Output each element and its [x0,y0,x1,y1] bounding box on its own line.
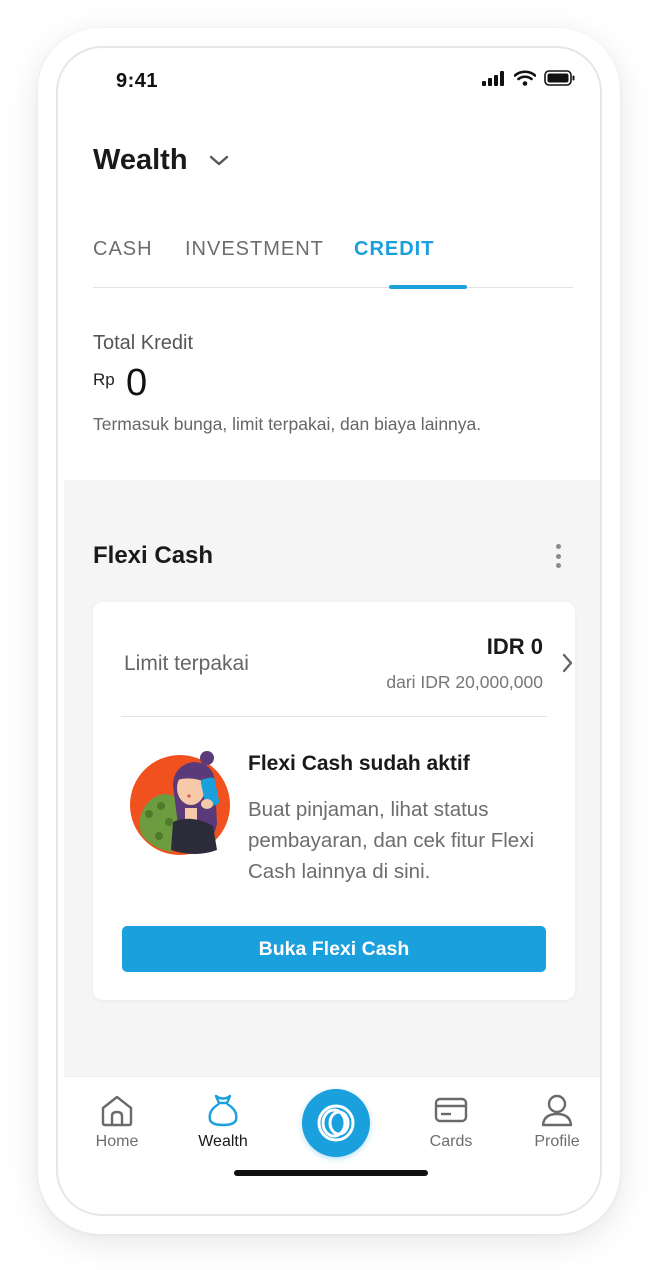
more-options-icon[interactable] [552,542,564,570]
tab-investment[interactable]: INVESTMENT [185,238,324,288]
kebab-dot [555,553,561,559]
open-flexi-cash-button[interactable]: Buka Flexi Cash [122,926,546,972]
limit-row[interactable]: Limit terpakai IDR 0 dari IDR 20,000,000 [93,602,575,716]
screen: 9:41 Wealth CASH INVESTMENT CREDIT Total… [58,48,600,1214]
home-indicator[interactable] [234,1170,428,1176]
promo-description: Buat pinjaman, lihat status pembayaran, … [248,798,534,883]
total-credit-label: Total Kredit [93,332,194,354]
status-icons [482,70,576,86]
limit-amount: IDR 0 [486,634,543,659]
bottom-navigation: Home Wealth Cards Profile [64,1076,600,1214]
nav-label: Profile [534,1133,580,1150]
battery-icon [544,70,575,86]
center-action-button[interactable] [302,1089,370,1157]
chevron-down-icon[interactable] [208,154,230,168]
card-icon [434,1097,468,1123]
nav-label: Home [95,1133,139,1150]
chevron-right-icon [562,653,573,673]
divider [121,716,547,717]
tab-credit[interactable]: CREDIT [354,238,434,288]
user-icon [541,1094,573,1127]
currency-label: Rp [93,370,115,389]
signal-icon [482,70,504,86]
nav-cards[interactable]: Cards [406,1091,496,1151]
active-tab-indicator [389,285,467,289]
total-credit-amount: 0 [126,362,148,404]
kebab-dot [555,563,561,568]
nav-label: Wealth [198,1133,248,1150]
nav-home[interactable]: Home [72,1091,162,1151]
kebab-dot [555,544,561,549]
nav-wealth[interactable]: Wealth [178,1091,268,1151]
tab-bar: CASH INVESTMENT CREDIT [93,238,573,289]
nav-profile[interactable]: Profile [512,1091,600,1151]
logo-rings-icon [317,1104,355,1142]
phone-screen: 9:41 Wealth CASH INVESTMENT CREDIT Total… [56,46,602,1216]
flexi-cash-card: Limit terpakai IDR 0 dari IDR 20,000,000 [93,602,575,1000]
limit-total: dari IDR 20,000,000 [386,672,543,692]
wifi-icon [514,70,536,86]
nav-label: Cards [429,1133,473,1150]
limit-label: Limit terpakai [124,652,249,675]
section-title: Flexi Cash [93,542,214,569]
total-credit-note: Termasuk bunga, limit terpakai, dan biay… [93,414,482,434]
money-bag-icon [208,1094,238,1127]
promo-title: Flexi Cash sudah aktif [248,752,470,775]
home-icon [101,1095,133,1127]
tab-cash[interactable]: CASH [93,238,153,288]
status-time: 9:41 [116,70,159,92]
flexi-cash-illustration [130,751,230,855]
page-title[interactable]: Wealth [93,144,188,177]
